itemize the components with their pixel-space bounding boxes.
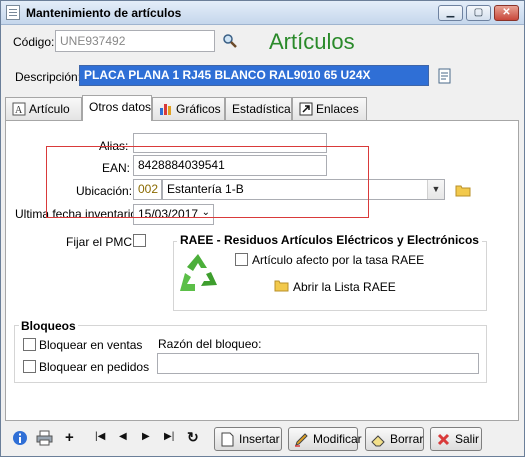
codigo-label: Código:: [13, 35, 55, 49]
previous-record-button[interactable]: ◀: [119, 431, 127, 442]
close-icon: [437, 433, 450, 446]
tab-estadistica[interactable]: Estadística: [225, 97, 292, 120]
document-icon: [6, 5, 20, 20]
tab-graficos[interactable]: Gráficos: [152, 97, 225, 120]
search-icon[interactable]: [222, 33, 238, 49]
info-icon[interactable]: [12, 430, 28, 446]
descripcion-label: Descripción:: [15, 70, 82, 84]
last-record-button[interactable]: ▶|: [164, 431, 174, 442]
borrar-button[interactable]: Borrar: [365, 427, 424, 451]
text-icon: A: [12, 102, 26, 116]
raee-checkbox[interactable]: [235, 253, 248, 266]
razon-bloqueo-field[interactable]: [157, 353, 479, 374]
tab-label: Artículo: [29, 102, 70, 116]
tab-label: Enlaces: [316, 102, 359, 116]
tab-label: Otros datos: [89, 100, 152, 114]
tab-label: Estadística: [232, 102, 291, 116]
fijar-pmc-label: Fijar el PMC:: [66, 235, 136, 249]
maximize-button[interactable]: ▢: [466, 5, 491, 21]
insertar-label: Insertar: [239, 432, 280, 446]
modificar-button[interactable]: Modificar: [288, 427, 362, 451]
codigo-field[interactable]: UNE937492: [55, 30, 215, 52]
salir-label: Salir: [455, 432, 480, 446]
recycle-icon: [180, 254, 217, 291]
bloquear-pedidos-label: Bloquear en pedidos: [39, 360, 150, 374]
chevron-down-icon[interactable]: ▼: [427, 180, 444, 199]
window-title: Mantenimiento de artículos: [26, 6, 182, 20]
eraser-icon: [371, 435, 385, 447]
tab-enlaces[interactable]: Enlaces: [292, 97, 367, 120]
page-heading: Artículos: [269, 29, 355, 54]
close-button[interactable]: ✕: [494, 5, 519, 21]
folder-icon[interactable]: [274, 279, 289, 292]
abrir-lista-raee-link[interactable]: Abrir la Lista RAEE: [293, 280, 396, 294]
bloquear-ventas-checkbox[interactable]: [23, 338, 36, 351]
tab-label: Gráficos: [176, 102, 221, 116]
document-edit-icon[interactable]: [437, 68, 453, 84]
raee-checkbox-label: Artículo afecto por la tasa RAEE: [252, 253, 425, 267]
main-window: Mantenimiento de artículos ▁ ▢ ✕ Código:…: [0, 0, 525, 457]
modificar-label: Modificar: [313, 432, 362, 446]
bloquear-ventas-label: Bloquear en ventas: [39, 338, 143, 352]
salir-button[interactable]: Salir: [430, 427, 482, 451]
insertar-button[interactable]: Insertar: [214, 427, 282, 451]
fijar-pmc-checkbox[interactable]: [133, 234, 146, 247]
svg-text:A: A: [15, 105, 23, 116]
add-button[interactable]: +: [65, 429, 74, 446]
raee-title: RAEE - Residuos Artículos Eléctricos y E…: [177, 233, 482, 247]
link-icon: [299, 102, 313, 116]
minimize-button[interactable]: ▁: [438, 5, 463, 21]
title-bar: Mantenimiento de artículos ▁ ▢ ✕: [1, 1, 524, 25]
tab-otros-datos[interactable]: Otros datos: [82, 95, 152, 121]
highlight-box: [46, 146, 369, 218]
raee-group: [173, 241, 487, 311]
next-record-button[interactable]: ▶: [142, 431, 150, 442]
bloqueos-title: Bloqueos: [19, 319, 78, 333]
razon-bloqueo-label: Razón del bloqueo:: [158, 337, 262, 351]
first-record-button[interactable]: |◀: [95, 431, 105, 442]
edit-icon: [295, 433, 308, 447]
refresh-button[interactable]: ↻: [187, 429, 199, 446]
print-icon[interactable]: [36, 430, 53, 446]
bar-chart-icon: [160, 104, 171, 115]
bloquear-pedidos-checkbox[interactable]: [23, 360, 36, 373]
new-document-icon: [221, 432, 234, 447]
borrar-label: Borrar: [390, 432, 424, 446]
descripcion-field[interactable]: PLACA PLANA 1 RJ45 BLANCO RAL9010 65 U24…: [79, 65, 429, 86]
tab-articulo[interactable]: A Artículo: [5, 97, 82, 120]
folder-icon[interactable]: [455, 183, 471, 197]
